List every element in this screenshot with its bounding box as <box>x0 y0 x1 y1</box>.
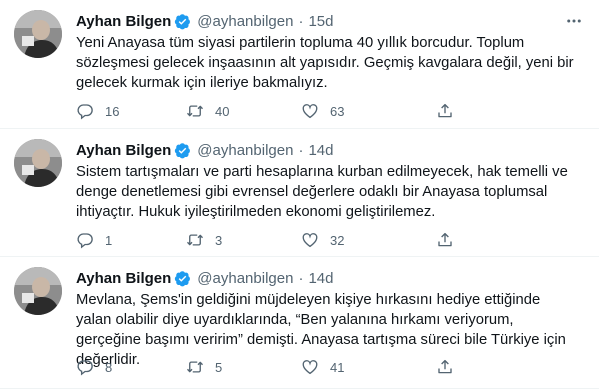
retweet-button[interactable]: 40 <box>186 102 301 120</box>
tweet-actions: 1 3 32 <box>76 230 516 250</box>
heart-icon <box>302 104 318 119</box>
retweet-count: 40 <box>215 103 230 119</box>
avatar[interactable] <box>14 139 62 187</box>
verified-badge-icon <box>175 142 191 158</box>
like-count: 63 <box>330 103 345 119</box>
tweet[interactable]: Ayhan Bilgen @ayhanbilgen · 14d Sistem t… <box>0 129 599 257</box>
separator-dot: · <box>298 269 304 287</box>
author-name[interactable]: Ayhan Bilgen <box>76 270 171 287</box>
author-handle[interactable]: @ayhanbilgen <box>197 270 293 287</box>
reply-button[interactable]: 8 <box>76 358 186 376</box>
tweet-actions: 8 5 41 <box>76 357 516 377</box>
tweet-header: Ayhan Bilgen @ayhanbilgen · 14d <box>76 139 585 161</box>
like-count: 32 <box>330 232 345 248</box>
retweet-icon <box>187 234 203 246</box>
reply-icon <box>77 360 93 376</box>
like-count: 41 <box>330 359 345 375</box>
tweet-content: Ayhan Bilgen @ayhanbilgen · 14d Mevlana,… <box>76 267 585 370</box>
heart-icon <box>302 233 318 248</box>
verified-badge-icon <box>175 13 191 29</box>
avatar[interactable] <box>14 267 62 315</box>
reply-button[interactable]: 16 <box>76 102 186 120</box>
tweet-text: Yeni Anayasa tüm siyasi partilerin toplu… <box>76 35 574 91</box>
tweet-time[interactable]: 14d <box>308 142 333 159</box>
reply-button[interactable]: 1 <box>76 231 186 249</box>
avatar[interactable] <box>14 10 62 58</box>
tweet-content: Ayhan Bilgen @ayhanbilgen · 14d Sistem t… <box>76 139 585 222</box>
like-button[interactable]: 41 <box>301 358 436 376</box>
separator-dot: · <box>298 141 304 159</box>
separator-dot: · <box>298 12 304 30</box>
reply-count: 1 <box>105 232 113 248</box>
tweet-feed: Ayhan Bilgen @ayhanbilgen · 15d Yeni Ana… <box>0 0 599 389</box>
tweet-header: Ayhan Bilgen @ayhanbilgen · 14d <box>76 267 585 289</box>
like-button[interactable]: 63 <box>301 102 436 120</box>
tweet-header: Ayhan Bilgen @ayhanbilgen · 15d <box>76 10 585 32</box>
tweet-text: Sistem tartışmaları ve parti hesaplarına… <box>76 164 568 220</box>
author-handle[interactable]: @ayhanbilgen <box>197 13 293 30</box>
reply-count: 8 <box>105 359 113 375</box>
tweet-content: Ayhan Bilgen @ayhanbilgen · 15d Yeni Ana… <box>76 10 585 93</box>
reply-icon <box>77 104 93 120</box>
tweet-actions: 16 40 63 <box>76 101 516 121</box>
share-icon <box>438 232 452 247</box>
more-horizontal-icon[interactable] <box>563 10 585 32</box>
retweet-count: 5 <box>215 359 223 375</box>
share-button[interactable] <box>436 358 456 376</box>
tweet-time[interactable]: 15d <box>308 13 333 30</box>
retweet-icon <box>187 105 203 117</box>
tweet[interactable]: Ayhan Bilgen @ayhanbilgen · 15d Yeni Ana… <box>0 0 599 129</box>
share-button[interactable] <box>436 231 456 249</box>
share-icon <box>438 359 452 374</box>
author-handle[interactable]: @ayhanbilgen <box>197 142 293 159</box>
heart-icon <box>302 360 318 375</box>
reply-count: 16 <box>105 103 120 119</box>
tweet[interactable]: Ayhan Bilgen @ayhanbilgen · 14d Mevlana,… <box>0 257 599 389</box>
retweet-icon <box>187 361 203 373</box>
retweet-count: 3 <box>215 232 223 248</box>
reply-icon <box>77 233 93 249</box>
author-name[interactable]: Ayhan Bilgen <box>76 142 171 159</box>
retweet-button[interactable]: 5 <box>186 358 301 376</box>
share-icon <box>438 103 452 118</box>
share-button[interactable] <box>436 102 456 120</box>
retweet-button[interactable]: 3 <box>186 231 301 249</box>
tweet-time[interactable]: 14d <box>308 270 333 287</box>
author-name[interactable]: Ayhan Bilgen <box>76 13 171 30</box>
like-button[interactable]: 32 <box>301 231 436 249</box>
verified-badge-icon <box>175 270 191 286</box>
